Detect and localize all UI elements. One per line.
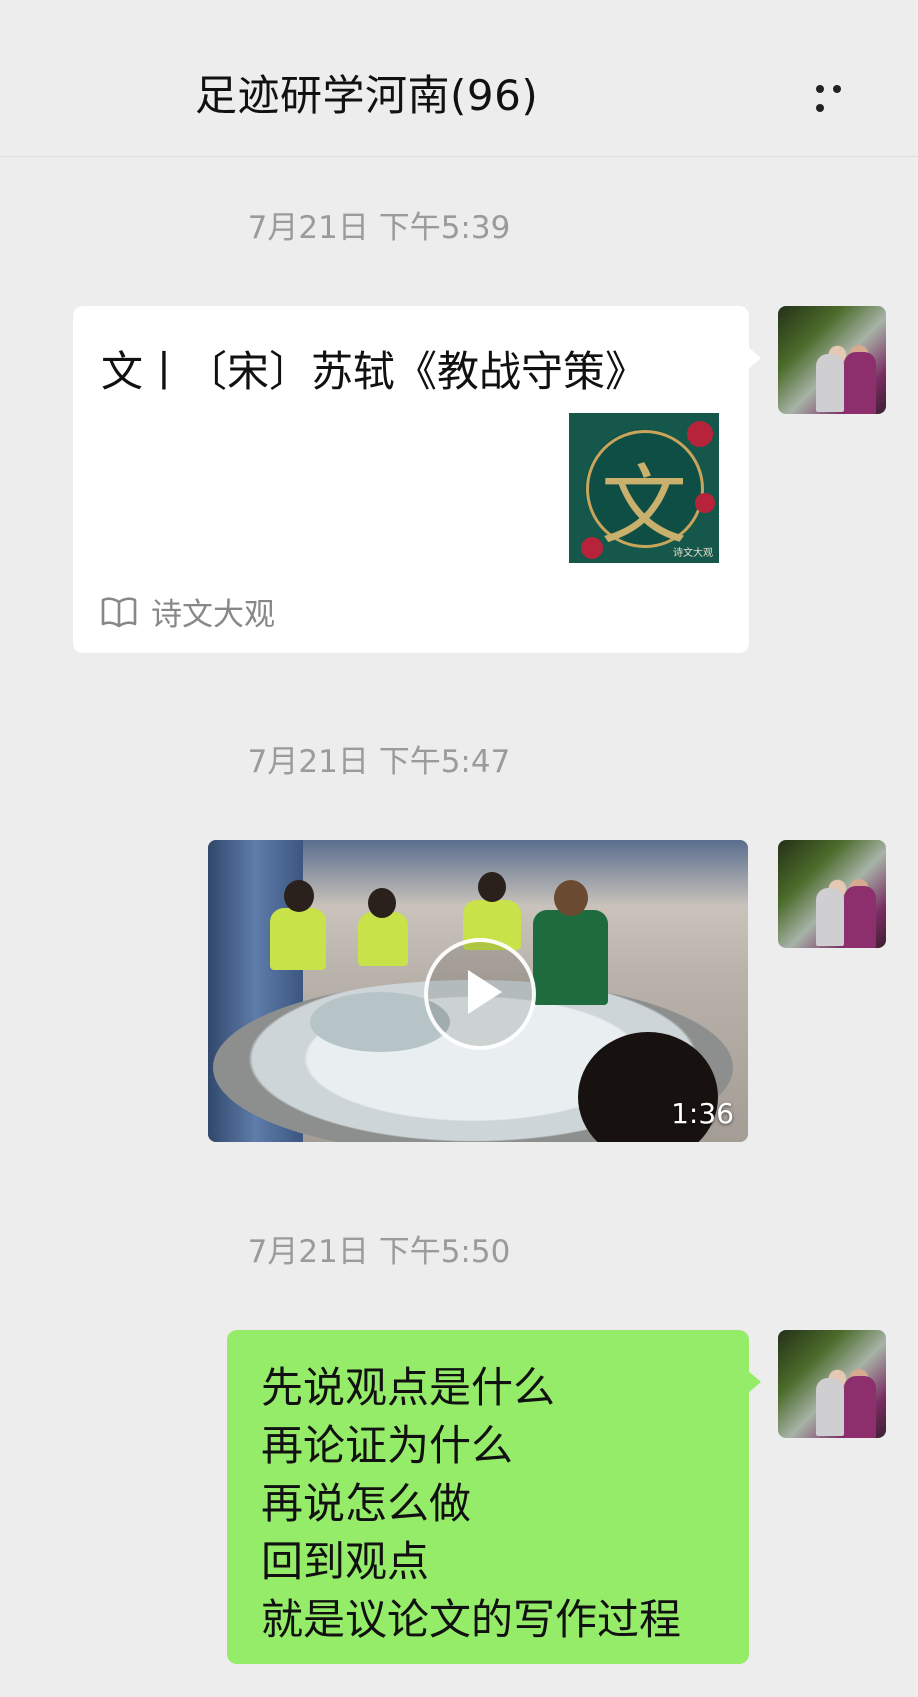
timestamp: 7月21日 下午5:39 — [247, 210, 511, 246]
avatar[interactable] — [778, 306, 886, 414]
timestamp: 7月21日 下午5:50 — [247, 1234, 511, 1270]
video-duration: 1:36 — [671, 1097, 734, 1130]
avatar[interactable] — [778, 840, 886, 948]
message-line: 回到观点 — [261, 1537, 430, 1586]
source-name: 诗文大观 — [151, 597, 275, 633]
video-message[interactable]: 1:36 — [208, 840, 748, 1142]
link-title: 文丨〔宋〕苏轼《教战守策》 — [101, 347, 648, 396]
chat-header: 足迹研学河南(96) — [0, 0, 918, 157]
message-line: 先说观点是什么 — [261, 1363, 556, 1412]
play-icon[interactable] — [424, 938, 536, 1050]
link-source[interactable]: 诗文大观 — [101, 589, 275, 634]
thumbnail-brand: 诗文大观 — [673, 548, 713, 559]
message-line: 再说怎么做 — [261, 1479, 472, 1528]
book-icon — [101, 596, 137, 627]
link-thumbnail: 文 诗文大观 — [569, 413, 719, 563]
chat-title: 足迹研学河南(96) — [195, 71, 539, 120]
more-dots-icon[interactable] — [816, 78, 866, 112]
text-message[interactable]: 先说观点是什么 再论证为什么 再说怎么做 回到观点 就是议论文的写作过程 — [227, 1330, 761, 1664]
message-line: 再论证为什么 — [261, 1421, 514, 1470]
avatar[interactable] — [778, 1330, 886, 1438]
link-card[interactable]: 文丨〔宋〕苏轼《教战守策》 文 诗文大观 诗文大观 — [73, 306, 761, 653]
timestamp: 7月21日 下午5:47 — [247, 744, 511, 780]
message-line: 就是议论文的写作过程 — [261, 1595, 682, 1644]
